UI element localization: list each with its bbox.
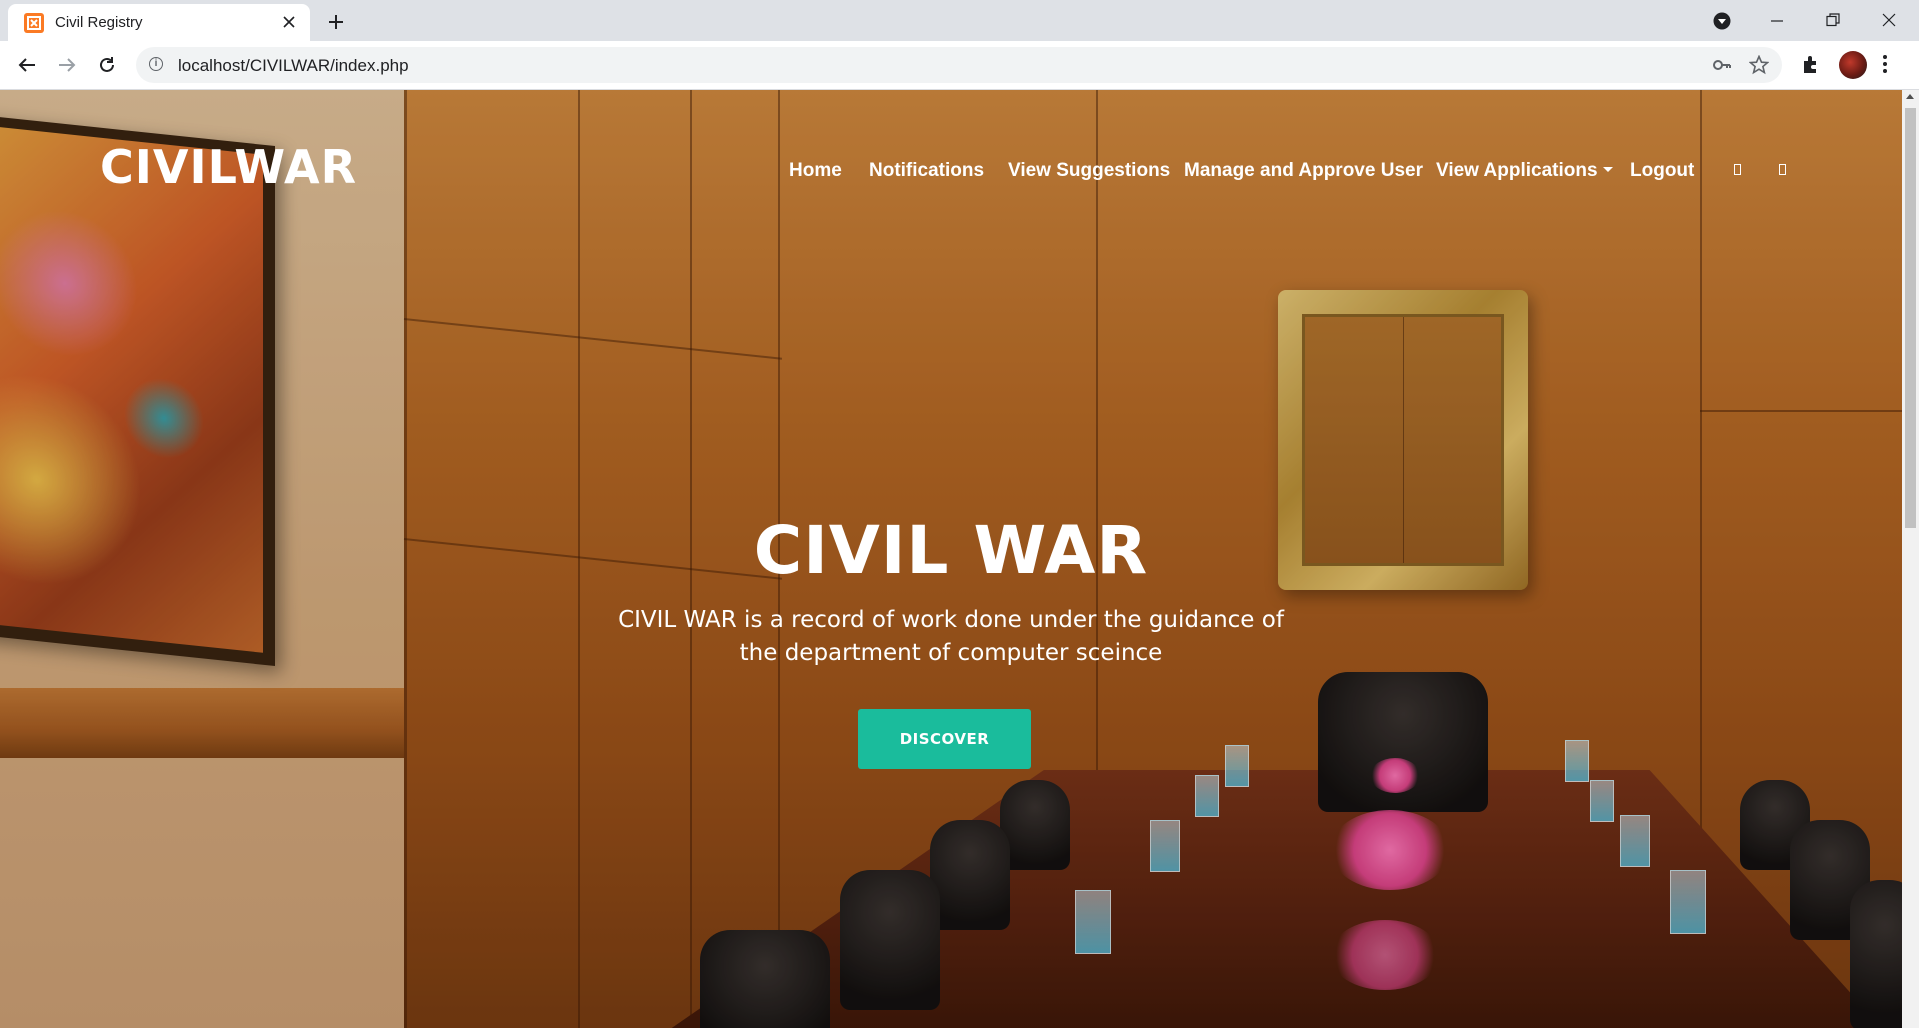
nav-notifications[interactable]: Notifications	[869, 160, 984, 182]
nav-logout[interactable]: Logout	[1630, 160, 1694, 182]
extensions-icon[interactable]	[1800, 53, 1824, 77]
close-icon[interactable]	[278, 11, 300, 33]
hero-title: CIVIL WAR	[753, 512, 1149, 589]
tab-title: Civil Registry	[55, 14, 143, 31]
favicon-icon	[24, 13, 44, 33]
window-close-icon[interactable]	[1870, 6, 1910, 36]
url-text[interactable]: localhost/CIVILWAR/index.php	[178, 56, 409, 76]
scrollbar-thumb[interactable]	[1905, 108, 1916, 528]
hero-subtitle: CIVIL WAR is a record of work done under…	[618, 607, 1284, 666]
media-icon[interactable]	[1702, 6, 1742, 36]
star-icon[interactable]	[1748, 54, 1770, 75]
nav-home[interactable]: Home	[789, 160, 842, 182]
nav-view-suggestions[interactable]: View Suggestions	[1008, 160, 1170, 182]
reload-icon[interactable]	[92, 50, 122, 80]
new-tab-icon[interactable]	[322, 8, 350, 36]
social-icon[interactable]	[1734, 164, 1741, 175]
info-icon[interactable]: i	[149, 57, 163, 71]
back-icon[interactable]	[12, 50, 42, 80]
key-icon[interactable]	[1712, 55, 1732, 75]
chevron-down-icon	[1602, 167, 1613, 172]
site-logo[interactable]: CIVILWAR	[100, 140, 357, 194]
browser-tab[interactable]: Civil Registry	[8, 4, 310, 41]
scroll-up-icon[interactable]	[1906, 94, 1914, 99]
nav-manage-approve-user[interactable]: Manage and Approve User	[1184, 160, 1423, 182]
browser-tab-strip: Civil Registry	[0, 0, 1919, 41]
browser-toolbar: i localhost/CIVILWAR/index.php	[0, 41, 1919, 90]
discover-button[interactable]: DISCOVER	[858, 709, 1031, 769]
page-viewport: CIVILWAR Home Notifications View Suggest…	[0, 90, 1902, 1028]
menu-icon[interactable]	[1882, 53, 1906, 77]
profile-avatar[interactable]	[1839, 51, 1867, 79]
restore-icon[interactable]	[1814, 6, 1854, 36]
vertical-scrollbar[interactable]	[1902, 90, 1919, 1028]
social-icon[interactable]	[1779, 164, 1786, 175]
address-bar[interactable]: i localhost/CIVILWAR/index.php	[136, 47, 1782, 83]
nav-view-applications-label: View Applications	[1436, 160, 1598, 181]
forward-icon[interactable]	[52, 50, 82, 80]
nav-view-applications[interactable]: View Applications	[1436, 160, 1613, 182]
minimize-icon[interactable]	[1758, 6, 1798, 36]
